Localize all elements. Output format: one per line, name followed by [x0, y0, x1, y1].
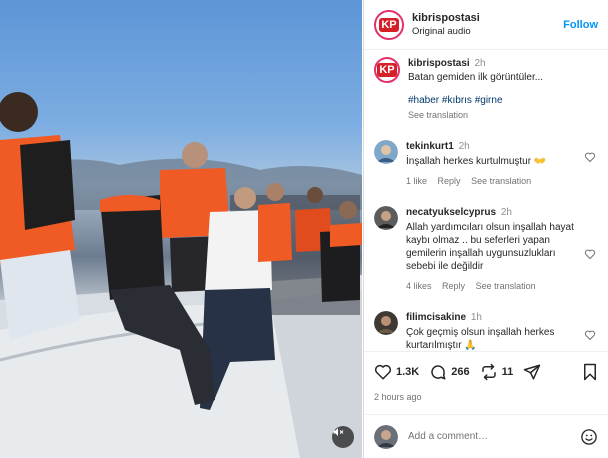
follow-button[interactable]: Follow: [563, 19, 598, 31]
save-button[interactable]: [582, 363, 598, 381]
caption-time: 2h: [474, 58, 486, 69]
caption-avatar[interactable]: KP: [374, 57, 400, 83]
comment-time: 1h: [470, 312, 482, 323]
mute-button[interactable]: [332, 426, 354, 448]
comments-list[interactable]: KP kibrispostasi 2h Batan gemiden ilk gö…: [364, 51, 608, 351]
comment-username[interactable]: filimcisakine: [406, 312, 466, 323]
comment-text: İnşallah herkes kurtulmuştur 👐: [406, 156, 547, 167]
bookmark-icon: [584, 363, 596, 381]
post-video[interactable]: [0, 0, 362, 458]
comment-reply-button[interactable]: Reply: [438, 176, 461, 186]
commenter-avatar[interactable]: [374, 140, 398, 164]
repost-button[interactable]: 11: [480, 363, 514, 381]
comment-item: filimcisakine 1h Çok geçmiş olsun inşall…: [374, 311, 598, 351]
commenter-avatar[interactable]: [374, 311, 398, 335]
video-frame: [0, 92, 362, 458]
comment-time: 2h: [500, 207, 512, 218]
comment-see-translation[interactable]: See translation: [476, 281, 536, 291]
comment-heart-icon[interactable]: [584, 329, 596, 341]
comment-input[interactable]: [408, 431, 580, 442]
post-actions: 1.3K 266 11 2 hours ago: [364, 351, 608, 402]
comment-time: 2h: [458, 141, 470, 152]
comment-item: necatyukselcyprus 2h Allah yardımcıları …: [374, 206, 598, 293]
emoji-icon[interactable]: [580, 428, 598, 446]
caption-hashtags[interactable]: #haber #kıbrıs #girne: [408, 94, 598, 107]
like-button[interactable]: 1.3K: [374, 363, 419, 381]
avatar-logo-text: KP: [377, 63, 397, 77]
comment-button[interactable]: 266: [429, 363, 470, 381]
like-count[interactable]: 1.3K: [396, 366, 419, 378]
avatar-logo-text: KP: [379, 17, 399, 32]
comment-username[interactable]: tekinkurt1: [406, 141, 454, 152]
heart-icon: [374, 364, 392, 380]
caption-text: Batan gemiden ilk görüntüler...: [408, 72, 544, 83]
repost-count: 11: [501, 366, 514, 378]
share-button[interactable]: [523, 363, 541, 381]
comment-text: Allah yardımcıları olsun inşallah hayat …: [406, 222, 574, 272]
comment-item: tekinkurt1 2h İnşallah herkes kurtulmuşt…: [374, 140, 598, 188]
post-timestamp: 2 hours ago: [374, 392, 422, 402]
comment-likes[interactable]: 1 like: [406, 176, 427, 186]
comment-heart-icon[interactable]: [584, 151, 596, 163]
comment-see-translation[interactable]: See translation: [471, 176, 531, 186]
mute-icon: [333, 428, 344, 436]
author-username[interactable]: kibrispostasi: [412, 12, 563, 24]
caption-see-translation[interactable]: See translation: [408, 109, 598, 122]
audio-label[interactable]: Original audio: [412, 26, 563, 37]
commenter-avatar[interactable]: [374, 206, 398, 230]
post-header: KP kibrispostasi Original audio Follow: [364, 0, 608, 50]
caption-username[interactable]: kibrispostasi: [408, 58, 470, 69]
comment-heart-icon[interactable]: [584, 248, 596, 260]
comment-text: Çok geçmiş olsun inşallah herkes kurtarı…: [406, 327, 555, 351]
comment-username[interactable]: necatyukselcyprus: [406, 207, 496, 218]
share-icon: [524, 364, 541, 380]
current-user-avatar: [374, 424, 398, 449]
comment-likes[interactable]: 4 likes: [406, 281, 432, 291]
post-caption: KP kibrispostasi 2h Batan gemiden ilk gö…: [374, 57, 598, 122]
author-avatar[interactable]: KP: [374, 9, 404, 40]
comment-count: 266: [451, 366, 470, 378]
repost-icon: [481, 363, 496, 381]
post-side-panel: KP kibrispostasi Original audio Follow K…: [363, 0, 608, 458]
comment-icon: [431, 365, 446, 380]
comment-reply-button[interactable]: Reply: [442, 281, 465, 291]
add-comment-bar: [364, 414, 608, 458]
